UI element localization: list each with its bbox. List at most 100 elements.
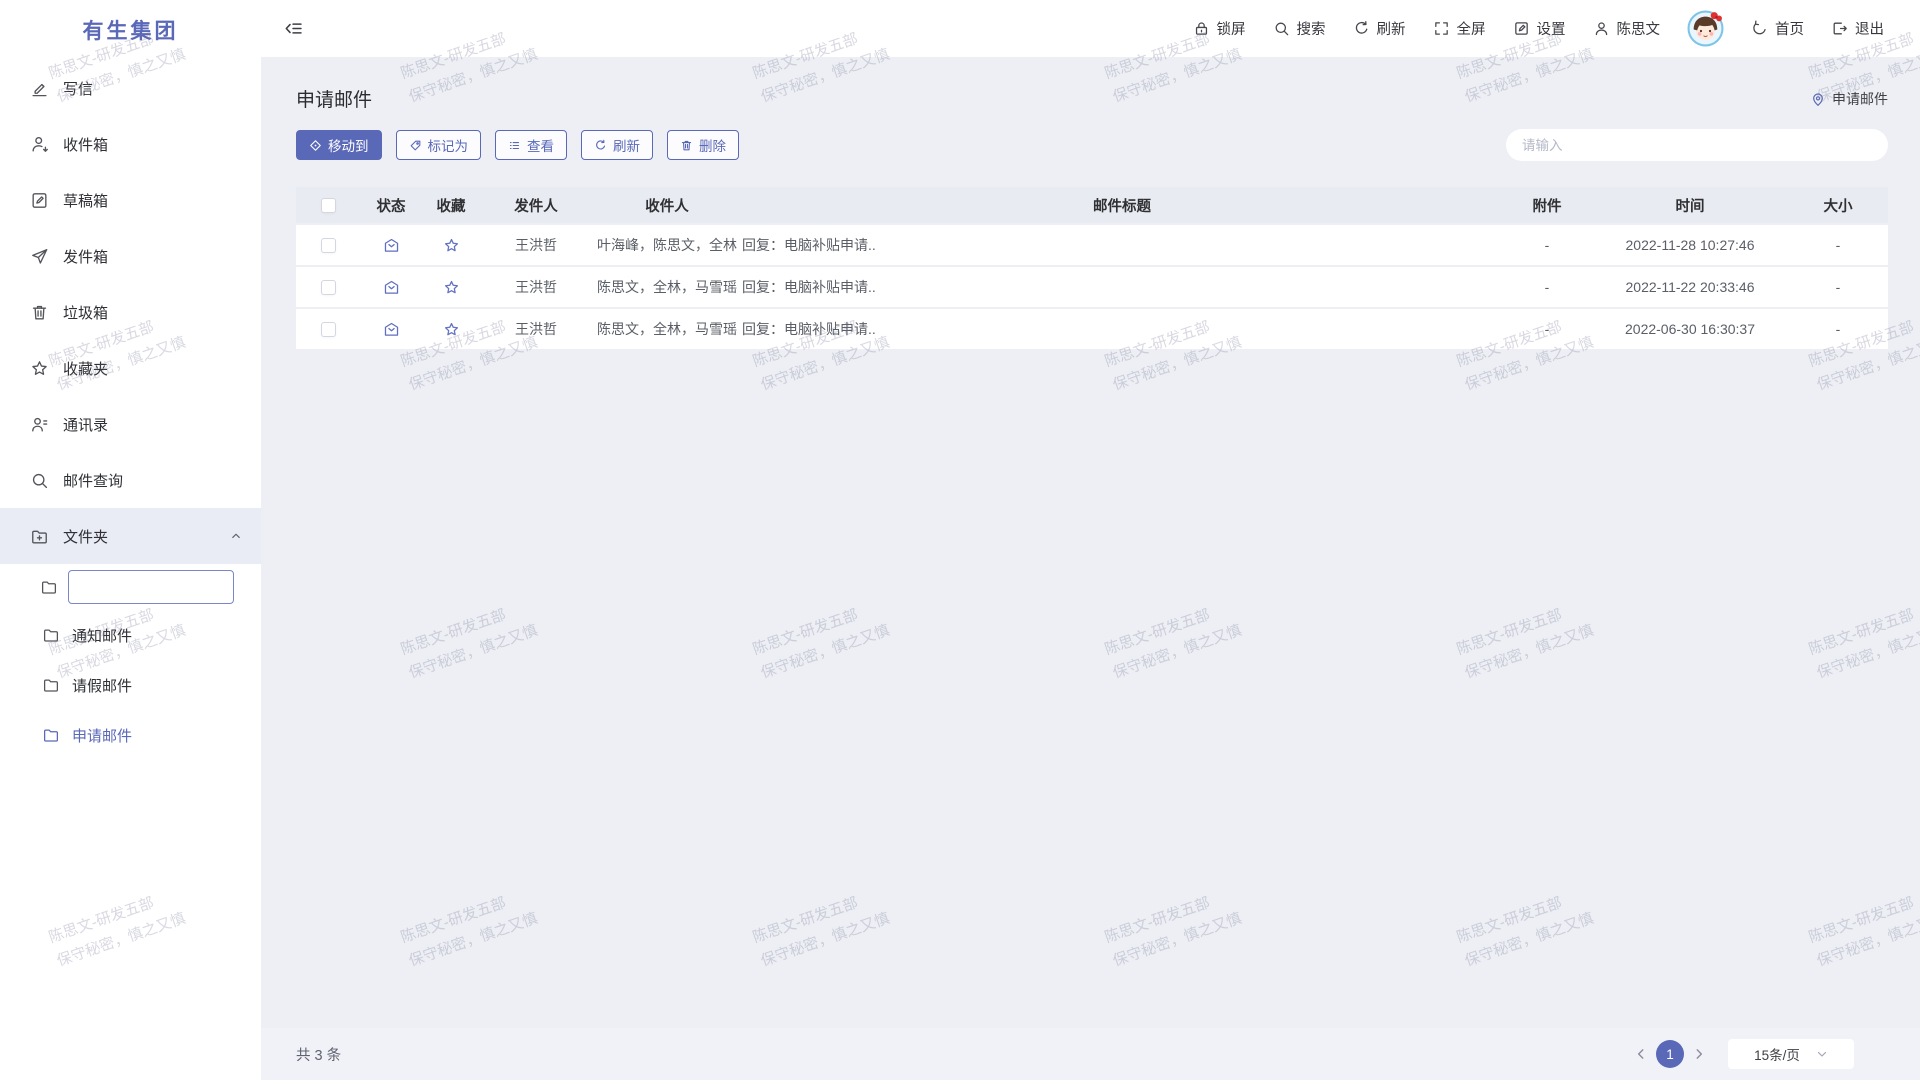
topbar: 锁屏 搜索 刷新 全屏	[261, 0, 1920, 57]
chevron-right-icon[interactable]	[1692, 1047, 1706, 1061]
sidebar-item-folders[interactable]: 文件夹	[0, 508, 261, 564]
sidebar-item-label: 邮件查询	[63, 470, 123, 491]
folder-item-application[interactable]: 申请邮件	[0, 710, 261, 760]
lock-screen-button[interactable]: 锁屏	[1193, 18, 1246, 39]
avatar[interactable]	[1687, 10, 1724, 47]
logout-button[interactable]: 退出	[1831, 18, 1884, 39]
toolbar-buttons: 移动到 标记为 查看	[296, 130, 739, 160]
col-header-size: 大小	[1788, 195, 1888, 216]
cell-size: -	[1788, 321, 1888, 337]
view-button[interactable]: 查看	[495, 130, 567, 160]
select-all-checkbox[interactable]	[321, 198, 336, 213]
cell-time: 2022-11-22 20:33:46	[1592, 279, 1788, 295]
sidebar-item-compose[interactable]: 写信	[0, 60, 261, 116]
col-header-attachment: 附件	[1502, 195, 1592, 216]
cell-subject: 回复：电脑补贴申请..	[742, 277, 1502, 297]
page-title: 申请邮件	[296, 85, 372, 112]
sidebar-item-label: 写信	[63, 78, 93, 99]
refresh-icon	[594, 139, 607, 152]
star-icon[interactable]	[443, 237, 460, 254]
page-size-value: 15条/页	[1754, 1044, 1800, 1064]
cell-attachment: -	[1502, 321, 1592, 337]
breadcrumb-label: 申请邮件	[1832, 89, 1888, 109]
cell-sender: 王洪哲	[480, 277, 592, 297]
settings-button[interactable]: 设置	[1513, 18, 1566, 39]
app-logo: 有生集团	[0, 0, 261, 60]
cell-subject: 回复：电脑补贴申请..	[742, 235, 1502, 255]
sidebar-item-label: 通讯录	[63, 414, 108, 435]
move-icon	[309, 139, 322, 152]
user-icon	[1593, 20, 1610, 37]
table-footer: 共 3 条 1 15条/页	[261, 1028, 1920, 1080]
chevron-up-icon[interactable]	[229, 529, 243, 543]
sidebar-item-trash[interactable]: 垃圾箱	[0, 284, 261, 340]
mail-table: 状态 收藏 发件人 收件人 邮件标题 附件 时间 大小 王洪哲 叶海峰，陈思文，…	[296, 187, 1888, 349]
inbox-icon	[30, 135, 49, 154]
contacts-icon	[30, 415, 49, 434]
pin-icon	[1810, 91, 1826, 107]
cell-time: 2022-11-28 10:27:46	[1592, 237, 1788, 253]
table-row[interactable]: 王洪哲 陈思文，全林，马雪瑶 回复：电脑补贴申请.. - 2022-06-30 …	[296, 309, 1888, 349]
lock-icon	[1193, 20, 1210, 37]
new-folder-input[interactable]	[68, 570, 234, 604]
delete-button[interactable]: 删除	[667, 130, 739, 160]
folder-item-label: 请假邮件	[72, 675, 132, 696]
pagination: 1 15条/页	[1626, 1039, 1854, 1069]
sidebar-item-inbox[interactable]: 收件箱	[0, 116, 261, 172]
cell-subject: 回复：电脑补贴申请..	[742, 319, 1502, 339]
home-button[interactable]: 首页	[1751, 18, 1804, 39]
cell-recipient: 陈思文，全林，马雪瑶	[592, 319, 742, 339]
row-checkbox[interactable]	[321, 322, 336, 337]
col-header-time: 时间	[1592, 195, 1788, 216]
folder-icon	[42, 726, 60, 744]
content-header: 申请邮件 申请邮件	[296, 57, 1888, 112]
table-row[interactable]: 王洪哲 陈思文，全林，马雪瑶 回复：电脑补贴申请.. - 2022-11-22 …	[296, 267, 1888, 307]
folder-item-leave[interactable]: 请假邮件	[0, 660, 261, 710]
main-content: 申请邮件 申请邮件 移动到	[261, 57, 1920, 1080]
table-search-input[interactable]	[1522, 138, 1872, 153]
sidebar-item-label: 收藏夹	[63, 358, 108, 379]
star-icon[interactable]	[443, 279, 460, 296]
folder-icon	[42, 626, 60, 644]
fullscreen-button[interactable]: 全屏	[1433, 18, 1486, 39]
page-size-select[interactable]: 15条/页	[1728, 1039, 1854, 1069]
refresh-list-button[interactable]: 刷新	[581, 130, 653, 160]
cell-time: 2022-06-30 16:30:37	[1592, 321, 1788, 337]
sidebar-item-contacts[interactable]: 通讯录	[0, 396, 261, 452]
star-icon[interactable]	[443, 321, 460, 338]
sidebar-item-drafts[interactable]: 草稿箱	[0, 172, 261, 228]
col-header-status: 状态	[360, 195, 422, 216]
chevron-left-icon[interactable]	[1634, 1047, 1648, 1061]
sidebar-item-mail-search[interactable]: 邮件查询	[0, 452, 261, 508]
sidebar-item-sent[interactable]: 发件箱	[0, 228, 261, 284]
mark-as-button[interactable]: 标记为	[396, 130, 482, 160]
col-header-sender: 发件人	[480, 195, 592, 216]
move-to-button[interactable]: 移动到	[296, 130, 382, 160]
drafts-icon	[30, 191, 49, 210]
global-search-button[interactable]: 搜索	[1273, 18, 1326, 39]
page-number-button[interactable]: 1	[1656, 1040, 1684, 1068]
trash-icon	[30, 303, 49, 322]
breadcrumb[interactable]: 申请邮件	[1810, 89, 1888, 109]
current-user[interactable]: 陈思文	[1593, 18, 1661, 39]
row-checkbox[interactable]	[321, 280, 336, 295]
table-row[interactable]: 王洪哲 叶海峰，陈思文，全林 回复：电脑补贴申请.. - 2022-11-28 …	[296, 225, 1888, 265]
folder-icon	[42, 676, 60, 694]
cell-size: -	[1788, 237, 1888, 253]
cell-sender: 王洪哲	[480, 235, 592, 255]
chevron-down-icon	[1816, 1048, 1828, 1060]
table-search-box	[1506, 129, 1888, 161]
folder-plus-icon	[30, 527, 49, 546]
sidebar-item-favorites[interactable]: 收藏夹	[0, 340, 261, 396]
sidebar: 有生集团 写信 收件箱 草稿箱 发件箱	[0, 0, 261, 1080]
col-header-subject: 邮件标题	[742, 195, 1502, 216]
folder-item-notice[interactable]: 通知邮件	[0, 610, 261, 660]
list-icon	[508, 139, 521, 152]
cell-recipient: 叶海峰，陈思文，全林	[592, 235, 742, 255]
collapse-sidebar-icon[interactable]	[283, 18, 304, 39]
refresh-button[interactable]: 刷新	[1353, 18, 1406, 39]
row-checkbox[interactable]	[321, 238, 336, 253]
table-header-row: 状态 收藏 发件人 收件人 邮件标题 附件 时间 大小	[296, 187, 1888, 223]
folder-icon	[40, 578, 58, 596]
compose-icon	[30, 79, 49, 98]
